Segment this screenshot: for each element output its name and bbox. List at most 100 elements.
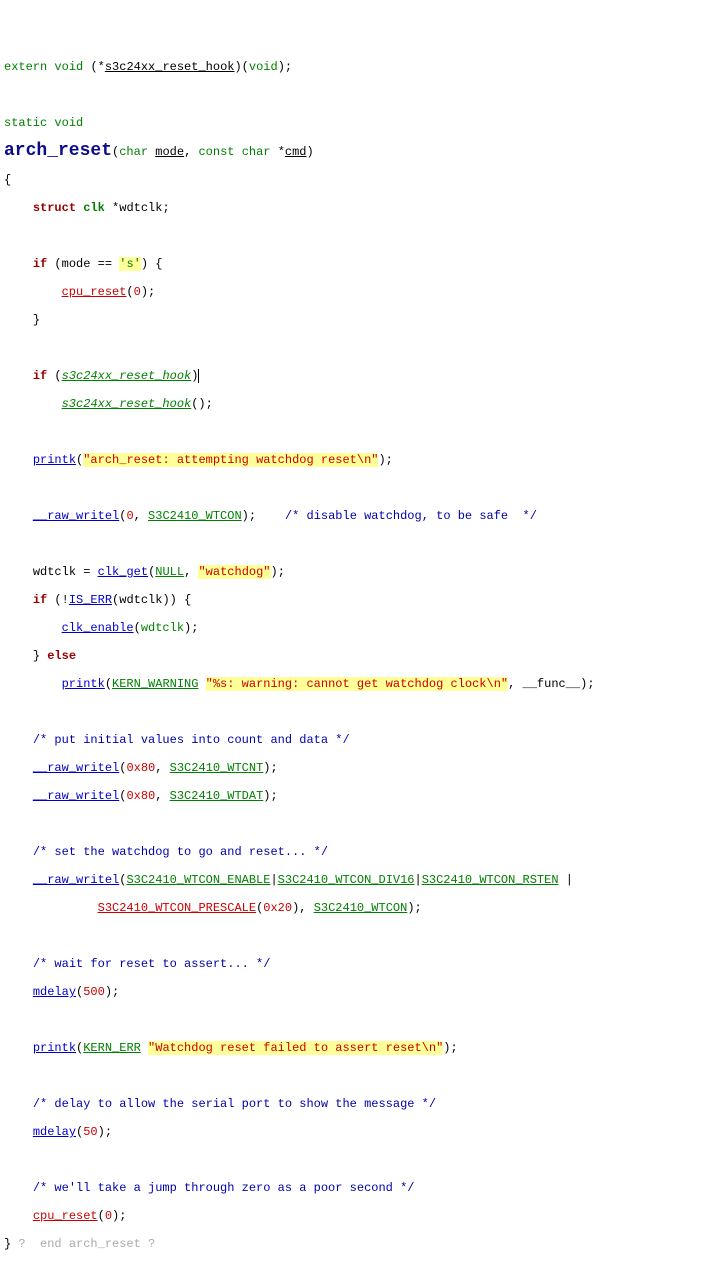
var-wdtclk: wdtclk [119, 593, 162, 607]
code-line-20: if (!IS_ERR(wdtclk)) { [4, 593, 715, 607]
comma: , [155, 761, 169, 775]
end: ); [141, 285, 155, 299]
space [198, 677, 205, 691]
code-line-1: extern void (*s3c24xx_reset_hook)(void); [4, 60, 715, 74]
fn-clk-get: clk_get [98, 565, 148, 579]
paren: ( [126, 285, 133, 299]
paren: )) { [162, 593, 191, 607]
fn-clk-enable: clk_enable [62, 621, 134, 635]
ident-func: __func__ [523, 677, 581, 691]
code-line-26: __raw_writel(0x80, S3C2410_WTCNT); [4, 761, 715, 775]
fn-raw-writel: __raw_writel [33, 789, 119, 803]
fn-printk: printk [33, 1041, 76, 1055]
paren: ( [119, 873, 126, 887]
code-line-31: S3C2410_WTCON_PRESCALE(0x20), S3C2410_WT… [4, 901, 715, 915]
string-literal: "%s: warning: cannot get watchdog clock\… [206, 677, 508, 691]
var-mode: mode [62, 257, 91, 271]
keyword-if: if [33, 257, 47, 271]
comment: /* put initial values into count and dat… [33, 733, 350, 747]
comment: /* wait for reset to assert... */ [33, 957, 271, 971]
comment: /* set the watchdog to go and reset... *… [33, 845, 328, 859]
code-line-13: s3c24xx_reset_hook(); [4, 397, 715, 411]
brace: } [33, 649, 47, 663]
code-line-blank [4, 1153, 715, 1167]
fn-cpu-reset: cpu_reset [33, 1209, 98, 1223]
macro-wtcon-enable: S3C2410_WTCON_ENABLE [126, 873, 270, 887]
paren: ( [47, 257, 61, 271]
param-mode: mode [155, 145, 184, 159]
keyword-struct: struct [33, 201, 76, 215]
keyword-if: if [33, 369, 47, 383]
comma: , [184, 145, 198, 159]
code-line-blank [4, 1013, 715, 1027]
end: ); [112, 1209, 126, 1223]
comma: , [155, 789, 169, 803]
code-line-43: } ? end arch_reset ? [4, 1237, 715, 1251]
fn-cpu-reset: cpu_reset [62, 285, 127, 299]
var-wdtclk: wdtclk [33, 565, 76, 579]
end: ); [105, 985, 119, 999]
var-wdtclk: wdtclk [141, 621, 184, 635]
end: ); [263, 789, 277, 803]
keyword-char: char [242, 145, 271, 159]
code-line-10: } [4, 313, 715, 327]
param-cmd: cmd [285, 145, 307, 159]
brace: } [33, 313, 40, 327]
paren: )( [234, 60, 248, 74]
comment: /* disable watchdog, to be safe */ [285, 509, 537, 523]
keyword-void: void [54, 60, 83, 74]
code-line-21: clk_enable(wdtclk); [4, 621, 715, 635]
keyword-void: void [54, 116, 83, 130]
eq: == [90, 257, 119, 271]
end-marker: ? end arch_reset ? [11, 1237, 155, 1251]
paren: (! [47, 593, 69, 607]
num: 50 [83, 1125, 97, 1139]
end: ); [278, 60, 292, 74]
code-line-8: if (mode == 's') { [4, 257, 715, 271]
macro-kern-warning: KERN_WARNING [112, 677, 198, 691]
keyword-void: void [249, 60, 278, 74]
keyword-else: else [47, 649, 76, 663]
string-literal: "arch_reset: attempting watchdog reset\n… [83, 453, 378, 467]
fn-mdelay: mdelay [33, 985, 76, 999]
function-name-arch-reset: arch_reset [4, 141, 112, 161]
fn-raw-writel: __raw_writel [33, 873, 119, 887]
comma: , [184, 565, 198, 579]
macro-wtcon: S3C2410_WTCON [148, 509, 242, 523]
code-line-30: __raw_writel(S3C2410_WTCON_ENABLE|S3C241… [4, 873, 715, 887]
num-zero: 0 [126, 509, 133, 523]
code-line-19: wdtclk = clk_get(NULL, "watchdog"); [4, 565, 715, 579]
fn-mdelay: mdelay [33, 1125, 76, 1139]
num-zero: 0 [134, 285, 141, 299]
paren: ( [256, 901, 263, 915]
brace: { [4, 173, 11, 187]
end: ); [263, 761, 277, 775]
code-line-4: arch_reset(char mode, const char *cmd) [4, 144, 715, 159]
fn-raw-writel: __raw_writel [33, 509, 119, 523]
eq: = [76, 565, 98, 579]
star: * [278, 145, 285, 159]
code-line-blank [4, 817, 715, 831]
code-line-23: printk(KERN_WARNING "%s: warning: cannot… [4, 677, 715, 691]
fn-raw-writel: __raw_writel [33, 761, 119, 775]
fn-is-err: IS_ERR [69, 593, 112, 607]
keyword-if: if [33, 593, 47, 607]
space [141, 1041, 148, 1055]
macro-wtcon-prescale: S3C2410_WTCON_PRESCALE [98, 901, 256, 915]
keyword-extern: extern [4, 60, 47, 74]
fn-printk: printk [33, 453, 76, 467]
code-line-33: /* wait for reset to assert... */ [4, 957, 715, 971]
macro-wtcon-div16: S3C2410_WTCON_DIV16 [278, 873, 415, 887]
code-line-15: printk("arch_reset: attempting watchdog … [4, 453, 715, 467]
end: ); [443, 1041, 457, 1055]
hex: 0x20 [263, 901, 292, 915]
code-line-blank [4, 425, 715, 439]
type-clk: clk [83, 201, 105, 215]
code-line-22: } else [4, 649, 715, 663]
paren: ( [76, 985, 83, 999]
code-line-5: { [4, 173, 715, 187]
code-line-blank [4, 929, 715, 943]
paren: ( [119, 789, 126, 803]
pipe: | [270, 873, 277, 887]
keyword-static: static [4, 116, 47, 130]
